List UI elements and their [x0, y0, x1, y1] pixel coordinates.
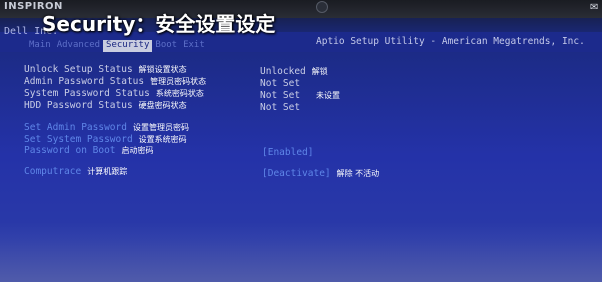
- hdd-password-status-label: HDD Password Status: [24, 100, 133, 111]
- unlock-setup-status-cn: 解锁设置状态: [138, 65, 187, 74]
- computrace-value-row: [Deactivate] 解除 不活动: [262, 168, 379, 179]
- tab-security[interactable]: Security: [103, 40, 153, 52]
- admin-password-status-value: Not Set: [260, 78, 301, 89]
- system-password-status-cn: 系统密码状态: [155, 89, 204, 98]
- tab-main[interactable]: Main: [26, 40, 54, 52]
- bios-tabs: Main Advanced Security Boot Exit: [26, 40, 208, 52]
- unlock-setup-status-label: Unlock Setup Status: [24, 64, 133, 75]
- computrace-item[interactable]: Computrace 计算机跟踪: [24, 166, 127, 177]
- hdd-password-status-value-row: Not Set: [260, 102, 300, 113]
- unlock-setup-status-value-cn: 解锁: [311, 67, 328, 76]
- bios-screen: INSPIRON ✉ Dell Inc. Main Advanced Secur…: [0, 0, 602, 282]
- admin-password-status-value-row: Not Set: [260, 78, 300, 89]
- system-password-status-value-cn: 未设置: [316, 91, 341, 100]
- system-password-status-label: System Password Status: [24, 88, 150, 99]
- set-admin-password-item[interactable]: Set Admin Password 设置管理员密码: [24, 122, 189, 133]
- set-admin-password-cn: 设置管理员密码: [132, 123, 189, 132]
- set-admin-password-label[interactable]: Set Admin Password: [24, 122, 127, 133]
- computrace-label[interactable]: Computrace: [24, 166, 81, 177]
- system-password-status-value: Not Set: [260, 90, 301, 101]
- admin-password-status-row: Admin Password Status 管理员密码状态: [24, 76, 206, 87]
- password-on-boot-label[interactable]: Password on Boot: [24, 145, 116, 156]
- computrace-cn: 计算机跟踪: [87, 167, 128, 176]
- set-system-password-label[interactable]: Set System Password: [24, 134, 133, 145]
- admin-password-status-label: Admin Password Status: [24, 76, 145, 87]
- admin-password-status-cn: 管理员密码状态: [150, 77, 207, 86]
- tab-exit[interactable]: Exit: [180, 40, 208, 52]
- password-on-boot-item[interactable]: Password on Boot 启动密码: [24, 145, 154, 156]
- system-password-status-row: System Password Status 系统密码状态: [24, 88, 204, 99]
- utility-title: Aptio Setup Utility - American Megatrend…: [316, 36, 585, 47]
- computrace-value-cn: 解除 不活动: [336, 169, 380, 178]
- system-password-status-value-row: Not Set 未设置: [260, 90, 340, 101]
- password-on-boot-value[interactable]: [Enabled]: [262, 147, 313, 158]
- hdd-password-status-row: HDD Password Status 硬盘密码状态: [24, 100, 187, 111]
- tab-advanced[interactable]: Advanced: [54, 40, 103, 52]
- unlock-setup-status-value-row: Unlocked 解锁: [260, 66, 328, 77]
- hdd-password-status-value: Not Set: [260, 102, 301, 113]
- unlock-setup-status-value: Unlocked: [260, 66, 306, 77]
- set-system-password-item[interactable]: Set System Password 设置系统密码: [24, 134, 187, 145]
- computrace-value[interactable]: [Deactivate]: [262, 168, 331, 179]
- set-system-password-cn: 设置系统密码: [138, 135, 187, 144]
- hdd-password-status-cn: 硬盘密码状态: [138, 101, 187, 110]
- unlock-setup-status-row: Unlock Setup Status 解锁设置状态: [24, 64, 187, 75]
- webcam-icon: [316, 1, 328, 13]
- password-on-boot-cn: 启动密码: [121, 146, 154, 155]
- envelope-icon: ✉: [590, 2, 599, 13]
- tab-boot[interactable]: Boot: [152, 40, 180, 52]
- overlay-caption-title: Security：安全设置设定: [42, 12, 276, 36]
- screen-glare: [0, 222, 602, 282]
